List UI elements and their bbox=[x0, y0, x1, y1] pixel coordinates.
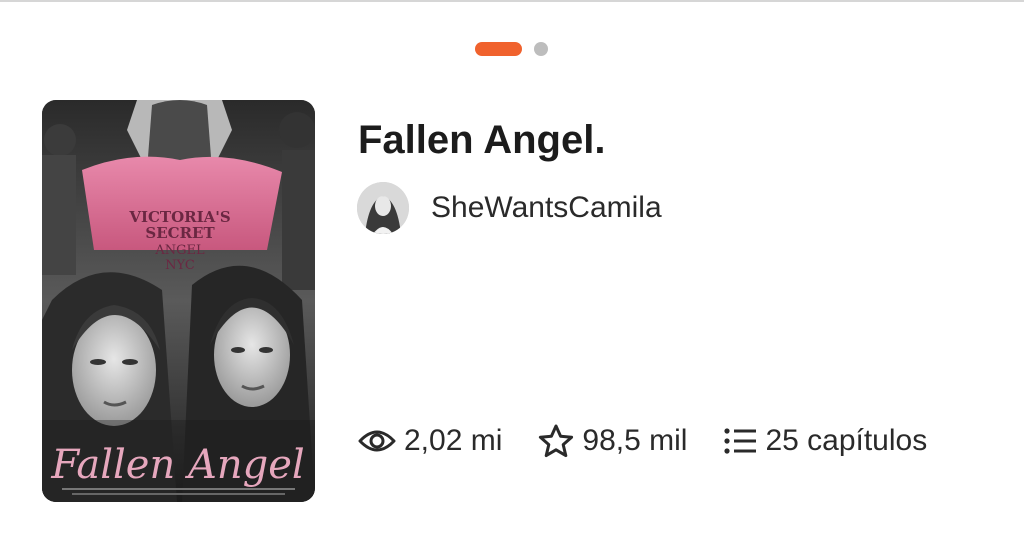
author-name[interactable]: SheWantsCamila bbox=[431, 191, 662, 225]
list-icon bbox=[724, 428, 757, 454]
carousel-pager bbox=[475, 42, 548, 56]
story-title[interactable]: Fallen Angel. bbox=[358, 118, 605, 163]
story-cover[interactable]: VICTORIA'S SECRET ANGEL NYC Fallen Angel bbox=[42, 100, 315, 502]
parts-count: 25 capítulos bbox=[765, 424, 928, 457]
star-icon bbox=[539, 424, 574, 458]
story-stats: 2,02 mi 98,5 mil 25 capítulos bbox=[358, 424, 927, 458]
top-divider bbox=[0, 0, 1024, 2]
pager-dot-active[interactable] bbox=[475, 42, 522, 56]
pager-dot[interactable] bbox=[534, 42, 548, 56]
eye-icon bbox=[358, 430, 396, 452]
cover-title: Fallen Angel bbox=[50, 442, 304, 488]
votes-stat: 98,5 mil bbox=[538, 424, 687, 458]
cover-shirt-line3: ANGEL bbox=[154, 243, 205, 258]
author-row[interactable]: SheWantsCamila bbox=[357, 182, 662, 234]
parts-stat: 25 capítulos bbox=[723, 424, 927, 458]
reads-stat: 2,02 mi bbox=[358, 424, 502, 458]
reads-count: 2,02 mi bbox=[404, 424, 503, 457]
cover-shirt-line4: NYC bbox=[165, 258, 195, 273]
cover-shirt-line2: SECRET bbox=[145, 224, 215, 242]
author-avatar[interactable] bbox=[357, 182, 409, 234]
votes-count: 98,5 mil bbox=[582, 424, 688, 457]
